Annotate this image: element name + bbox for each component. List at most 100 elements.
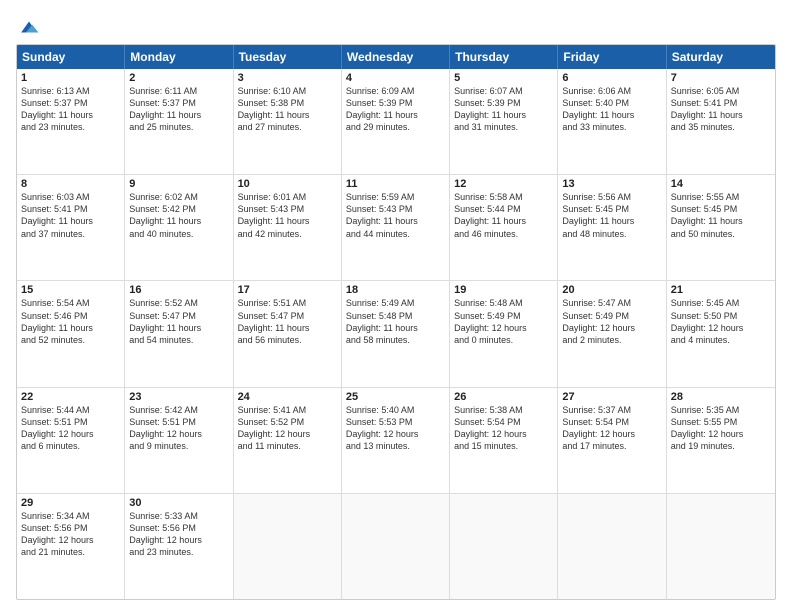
daylight-text-2: and 25 minutes. bbox=[129, 121, 228, 133]
calendar-day-23: 23Sunrise: 5:42 AMSunset: 5:51 PMDayligh… bbox=[125, 388, 233, 493]
daylight-text-2: and 35 minutes. bbox=[671, 121, 771, 133]
day-number: 11 bbox=[346, 178, 445, 190]
daylight-text-1: Daylight: 12 hours bbox=[21, 534, 120, 546]
day-number: 28 bbox=[671, 391, 771, 403]
day-number: 30 bbox=[129, 497, 228, 509]
daylight-text-1: Daylight: 11 hours bbox=[238, 215, 337, 227]
sunrise-text: Sunrise: 5:40 AM bbox=[346, 404, 445, 416]
sunrise-text: Sunrise: 6:01 AM bbox=[238, 191, 337, 203]
calendar-day-15: 15Sunrise: 5:54 AMSunset: 5:46 PMDayligh… bbox=[17, 281, 125, 386]
daylight-text-1: Daylight: 12 hours bbox=[21, 428, 120, 440]
calendar-day-24: 24Sunrise: 5:41 AMSunset: 5:52 PMDayligh… bbox=[234, 388, 342, 493]
calendar-day-6: 6Sunrise: 6:06 AMSunset: 5:40 PMDaylight… bbox=[558, 69, 666, 174]
sunset-text: Sunset: 5:54 PM bbox=[454, 416, 553, 428]
sunrise-text: Sunrise: 5:59 AM bbox=[346, 191, 445, 203]
day-number: 19 bbox=[454, 284, 553, 296]
calendar: SundayMondayTuesdayWednesdayThursdayFrid… bbox=[16, 44, 776, 600]
sunset-text: Sunset: 5:49 PM bbox=[454, 310, 553, 322]
sunrise-text: Sunrise: 5:47 AM bbox=[562, 297, 661, 309]
sunrise-text: Sunrise: 6:02 AM bbox=[129, 191, 228, 203]
daylight-text-2: and 48 minutes. bbox=[562, 228, 661, 240]
calendar-day-19: 19Sunrise: 5:48 AMSunset: 5:49 PMDayligh… bbox=[450, 281, 558, 386]
day-number: 23 bbox=[129, 391, 228, 403]
daylight-text-2: and 29 minutes. bbox=[346, 121, 445, 133]
day-number: 27 bbox=[562, 391, 661, 403]
day-number: 25 bbox=[346, 391, 445, 403]
daylight-text-2: and 37 minutes. bbox=[21, 228, 120, 240]
daylight-text-2: and 56 minutes. bbox=[238, 334, 337, 346]
daylight-text-2: and 13 minutes. bbox=[346, 440, 445, 452]
page: SundayMondayTuesdayWednesdayThursdayFrid… bbox=[0, 0, 792, 612]
calendar-day-25: 25Sunrise: 5:40 AMSunset: 5:53 PMDayligh… bbox=[342, 388, 450, 493]
sunrise-text: Sunrise: 5:54 AM bbox=[21, 297, 120, 309]
daylight-text-2: and 31 minutes. bbox=[454, 121, 553, 133]
daylight-text-1: Daylight: 11 hours bbox=[454, 215, 553, 227]
daylight-text-1: Daylight: 11 hours bbox=[238, 109, 337, 121]
daylight-text-1: Daylight: 11 hours bbox=[238, 322, 337, 334]
header bbox=[16, 12, 776, 38]
sunset-text: Sunset: 5:43 PM bbox=[346, 203, 445, 215]
daylight-text-2: and 58 minutes. bbox=[346, 334, 445, 346]
day-number: 16 bbox=[129, 284, 228, 296]
day-number: 10 bbox=[238, 178, 337, 190]
calendar-day-4: 4Sunrise: 6:09 AMSunset: 5:39 PMDaylight… bbox=[342, 69, 450, 174]
day-number: 24 bbox=[238, 391, 337, 403]
daylight-text-1: Daylight: 12 hours bbox=[129, 428, 228, 440]
daylight-text-2: and 50 minutes. bbox=[671, 228, 771, 240]
calendar-day-8: 8Sunrise: 6:03 AMSunset: 5:41 PMDaylight… bbox=[17, 175, 125, 280]
calendar-day-empty bbox=[342, 494, 450, 599]
daylight-text-1: Daylight: 11 hours bbox=[671, 215, 771, 227]
daylight-text-2: and 4 minutes. bbox=[671, 334, 771, 346]
sunset-text: Sunset: 5:42 PM bbox=[129, 203, 228, 215]
sunset-text: Sunset: 5:54 PM bbox=[562, 416, 661, 428]
sunrise-text: Sunrise: 5:38 AM bbox=[454, 404, 553, 416]
day-number: 4 bbox=[346, 72, 445, 84]
day-number: 1 bbox=[21, 72, 120, 84]
sunrise-text: Sunrise: 5:42 AM bbox=[129, 404, 228, 416]
sunrise-text: Sunrise: 6:06 AM bbox=[562, 85, 661, 97]
logo bbox=[16, 16, 40, 38]
day-number: 8 bbox=[21, 178, 120, 190]
sunrise-text: Sunrise: 5:37 AM bbox=[562, 404, 661, 416]
daylight-text-2: and 42 minutes. bbox=[238, 228, 337, 240]
daylight-text-2: and 9 minutes. bbox=[129, 440, 228, 452]
day-number: 22 bbox=[21, 391, 120, 403]
sunset-text: Sunset: 5:55 PM bbox=[671, 416, 771, 428]
weekday-header-saturday: Saturday bbox=[667, 45, 775, 69]
calendar-day-17: 17Sunrise: 5:51 AMSunset: 5:47 PMDayligh… bbox=[234, 281, 342, 386]
sunrise-text: Sunrise: 5:56 AM bbox=[562, 191, 661, 203]
calendar-day-2: 2Sunrise: 6:11 AMSunset: 5:37 PMDaylight… bbox=[125, 69, 233, 174]
sunset-text: Sunset: 5:37 PM bbox=[129, 97, 228, 109]
daylight-text-2: and 17 minutes. bbox=[562, 440, 661, 452]
daylight-text-2: and 19 minutes. bbox=[671, 440, 771, 452]
sunset-text: Sunset: 5:47 PM bbox=[129, 310, 228, 322]
sunset-text: Sunset: 5:39 PM bbox=[346, 97, 445, 109]
sunset-text: Sunset: 5:41 PM bbox=[671, 97, 771, 109]
daylight-text-2: and 52 minutes. bbox=[21, 334, 120, 346]
sunrise-text: Sunrise: 6:13 AM bbox=[21, 85, 120, 97]
sunrise-text: Sunrise: 5:48 AM bbox=[454, 297, 553, 309]
weekday-header-wednesday: Wednesday bbox=[342, 45, 450, 69]
daylight-text-2: and 54 minutes. bbox=[129, 334, 228, 346]
daylight-text-1: Daylight: 11 hours bbox=[562, 215, 661, 227]
sunset-text: Sunset: 5:56 PM bbox=[21, 522, 120, 534]
sunrise-text: Sunrise: 5:51 AM bbox=[238, 297, 337, 309]
calendar-day-28: 28Sunrise: 5:35 AMSunset: 5:55 PMDayligh… bbox=[667, 388, 775, 493]
daylight-text-1: Daylight: 11 hours bbox=[129, 109, 228, 121]
weekday-header-friday: Friday bbox=[558, 45, 666, 69]
calendar-day-13: 13Sunrise: 5:56 AMSunset: 5:45 PMDayligh… bbox=[558, 175, 666, 280]
weekday-header-tuesday: Tuesday bbox=[234, 45, 342, 69]
sunset-text: Sunset: 5:44 PM bbox=[454, 203, 553, 215]
calendar-day-empty bbox=[558, 494, 666, 599]
day-number: 15 bbox=[21, 284, 120, 296]
sunrise-text: Sunrise: 6:11 AM bbox=[129, 85, 228, 97]
sunset-text: Sunset: 5:47 PM bbox=[238, 310, 337, 322]
calendar-day-27: 27Sunrise: 5:37 AMSunset: 5:54 PMDayligh… bbox=[558, 388, 666, 493]
daylight-text-2: and 15 minutes. bbox=[454, 440, 553, 452]
sunset-text: Sunset: 5:48 PM bbox=[346, 310, 445, 322]
calendar-day-20: 20Sunrise: 5:47 AMSunset: 5:49 PMDayligh… bbox=[558, 281, 666, 386]
daylight-text-1: Daylight: 11 hours bbox=[346, 215, 445, 227]
sunrise-text: Sunrise: 6:10 AM bbox=[238, 85, 337, 97]
calendar-day-11: 11Sunrise: 5:59 AMSunset: 5:43 PMDayligh… bbox=[342, 175, 450, 280]
sunset-text: Sunset: 5:49 PM bbox=[562, 310, 661, 322]
